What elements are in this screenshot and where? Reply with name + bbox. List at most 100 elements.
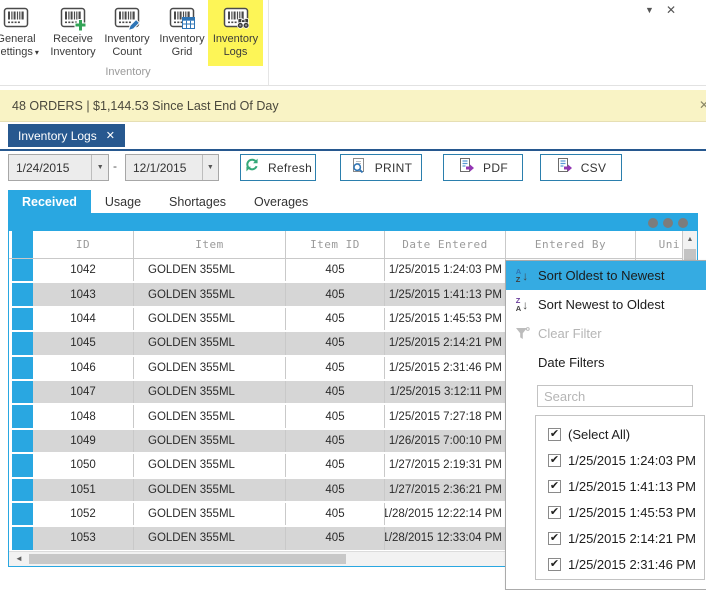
barcode-binoculars-icon [223, 5, 249, 31]
cell-item-id: 405 [286, 430, 385, 452]
cell-item-id: 405 [286, 527, 385, 549]
cell-id: 1042 [33, 259, 134, 281]
sort-az-descending-icon: AZ ↓ [506, 268, 538, 283]
checkbox-checked-icon[interactable]: ✔ [548, 480, 561, 493]
pdf-export-button[interactable]: PDF [443, 154, 523, 181]
tab-overages[interactable]: Overages [240, 190, 322, 213]
filter-checkbox-item[interactable]: ✔1/25/2015 1:45:53 PM [536, 499, 704, 525]
cell-date-entered: 1/25/2015 1:45:53 PM [385, 308, 506, 330]
checkbox-checked-icon[interactable]: ✔ [548, 558, 561, 571]
row-indicator [12, 503, 33, 525]
cell-item-id: 405 [286, 503, 385, 525]
ribbon-item-receive-inventory[interactable]: ReceiveInventory [48, 0, 98, 66]
refresh-button[interactable]: Refresh [240, 154, 316, 181]
cell-date-entered: 1/28/2015 12:22:14 PM [385, 503, 506, 525]
menu-item-clear-filter[interactable]: Clear Filter [506, 319, 706, 348]
cell-date-entered: 1/27/2015 2:36:21 PM [385, 479, 506, 501]
checkbox-checked-icon[interactable]: ✔ [548, 506, 561, 519]
toolbar: ▼ - ▼ Refresh PRINT [0, 154, 706, 181]
notification-bar: 48 ORDERS | $1,144.53 Since Last End Of … [0, 90, 706, 122]
cell-date-entered: 1/27/2015 2:19:31 PM [385, 454, 506, 476]
ribbon-item-inventory-count[interactable]: InventoryCount [98, 0, 156, 66]
print-button[interactable]: PRINT [340, 154, 422, 181]
filter-checkbox-item[interactable]: ✔1/25/2015 2:31:46 PM [536, 551, 704, 577]
ribbon-group-label: Inventory [88, 66, 168, 78]
date-from-input[interactable] [9, 155, 91, 180]
cell-date-entered: 1/25/2015 1:24:03 PM [385, 259, 506, 281]
column-header-entered-by[interactable]: Entered By [506, 231, 636, 258]
column-header-id[interactable]: ID [33, 231, 134, 258]
menu-item-sort-newest-to-oldest[interactable]: ZA ↓ Sort Newest to Oldest [506, 290, 706, 319]
ribbon-group-separator [268, 0, 269, 85]
cell-item: GOLDEN 355ML [134, 454, 286, 476]
cell-item-id: 405 [286, 308, 385, 330]
column-header-item[interactable]: Item [134, 231, 286, 258]
cell-date-entered: 1/25/2015 2:14:21 PM [385, 332, 506, 354]
cell-item: GOLDEN 355ML [134, 381, 286, 403]
horizontal-scrollbar-thumb[interactable] [29, 554, 346, 564]
menu-item-date-filters[interactable]: Date Filters [506, 348, 706, 377]
tab-received[interactable]: Received [8, 190, 91, 213]
tabstrip-close-icon[interactable]: ✕ [666, 3, 676, 17]
grip-dot-icon[interactable] [663, 218, 673, 228]
view-tab-strip: ReceivedUsageShortagesOverages [0, 190, 706, 213]
row-indicator [12, 259, 33, 281]
checkbox-checked-icon[interactable]: ✔ [548, 532, 561, 545]
date-from-dropdown-button[interactable]: ▼ [91, 155, 108, 180]
cell-id: 1043 [33, 283, 134, 305]
cell-item: GOLDEN 355ML [134, 357, 286, 379]
csv-export-button[interactable]: CSV [540, 154, 622, 181]
filter-checkbox-item[interactable]: ✔1/25/2015 2:14:21 PM [536, 525, 704, 551]
column-header-units[interactable]: Uni [636, 231, 683, 258]
notification-close-icon[interactable]: ✕ [699, 98, 706, 112]
filter-search-input[interactable] [537, 385, 693, 407]
ribbon-item-general-settings[interactable]: GeneralSettings▾ [0, 0, 48, 66]
row-indicator [12, 332, 33, 354]
filter-checkbox-item[interactable]: ✔(Select All) [536, 421, 704, 447]
document-tab-close-icon[interactable]: ✕ [106, 129, 115, 142]
print-preview-icon [350, 157, 367, 179]
row-indicator-header [12, 231, 33, 258]
sort-za-descending-icon: ZA ↓ [506, 297, 538, 312]
column-header-item-id[interactable]: Item ID [286, 231, 385, 258]
refresh-label: Refresh [268, 161, 312, 175]
checkbox-checked-icon[interactable]: ✔ [548, 428, 561, 441]
date-to-dropdown-button[interactable]: ▼ [202, 155, 218, 180]
cell-date-entered: 1/28/2015 12:33:04 PM [385, 527, 506, 549]
scroll-up-icon[interactable]: ▲ [683, 231, 697, 248]
date-to-input[interactable] [126, 155, 202, 180]
document-tab-inventory-logs[interactable]: Inventory Logs ✕ [8, 124, 125, 147]
date-to-picker: ▼ [125, 154, 219, 181]
ribbon-items: GeneralSettings▾ReceiveInventoryInventor… [0, 0, 706, 66]
cell-id: 1051 [33, 479, 134, 501]
scroll-left-icon[interactable]: ◄ [15, 554, 23, 563]
filter-checkbox-item[interactable]: ✔1/25/2015 1:41:13 PM [536, 473, 704, 499]
cell-date-entered: 1/26/2015 7:00:10 PM [385, 430, 506, 452]
barcode-grid-icon [169, 5, 195, 31]
ribbon-item-inventory-logs[interactable]: InventoryLogs [208, 0, 263, 66]
tab-usage[interactable]: Usage [91, 190, 155, 213]
notification-text: 48 ORDERS | $1,144.53 Since Last End Of … [12, 99, 279, 113]
tab-shortages[interactable]: Shortages [155, 190, 240, 213]
cell-item-id: 405 [286, 479, 385, 501]
row-indicator [12, 357, 33, 379]
filter-checkbox-item[interactable]: ✔1/25/2015 1:24:03 PM [536, 447, 704, 473]
cell-item: GOLDEN 355ML [134, 259, 286, 281]
cell-item: GOLDEN 355ML [134, 430, 286, 452]
grip-dot-icon[interactable] [648, 218, 658, 228]
filter-checkbox-list: ✔(Select All)✔1/25/2015 1:24:03 PM✔1/25/… [535, 415, 705, 580]
tabstrip-dropdown-icon[interactable]: ▼ [645, 5, 654, 15]
cell-id: 1045 [33, 332, 134, 354]
cell-item-id: 405 [286, 381, 385, 403]
row-indicator [12, 381, 33, 403]
pdf-label: PDF [483, 161, 508, 175]
document-tab-strip: Inventory Logs ✕ [0, 124, 706, 151]
column-header-date-entered[interactable]: Date Entered [385, 231, 506, 258]
row-indicator [12, 405, 33, 427]
checkbox-checked-icon[interactable]: ✔ [548, 454, 561, 467]
menu-item-sort-oldest-to-newest[interactable]: AZ ↓ Sort Oldest to Newest [506, 261, 706, 290]
grip-dot-icon[interactable] [678, 218, 688, 228]
date-filter-context-menu: AZ ↓ Sort Oldest to Newest ZA ↓ Sort New… [505, 260, 706, 590]
ribbon-item-inventory-grid[interactable]: InventoryGrid [156, 0, 208, 66]
cell-item: GOLDEN 355ML [134, 332, 286, 354]
